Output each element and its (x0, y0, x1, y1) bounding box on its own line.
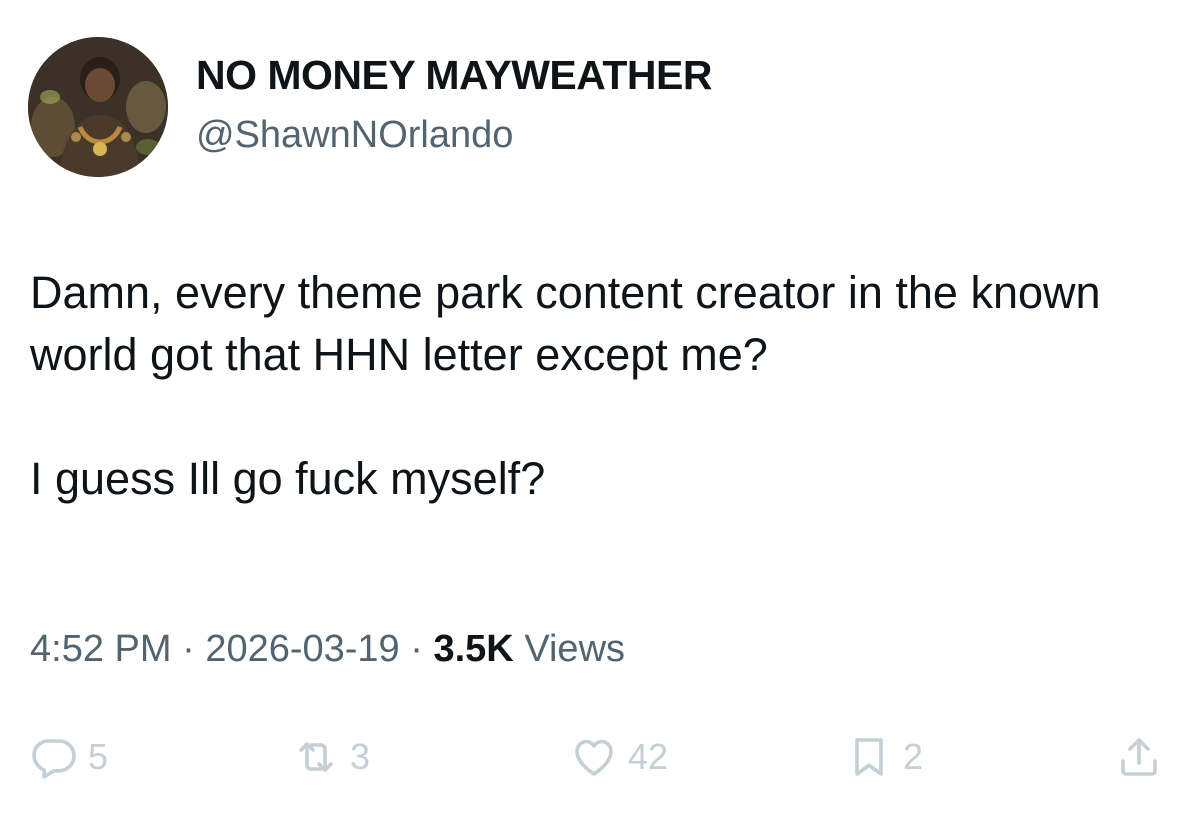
tweet-meta: 4:52 PM · 2026-03-19 · 3.5K Views (30, 628, 625, 671)
like-count: 42 (628, 736, 669, 777)
share-button[interactable] (1115, 722, 1163, 792)
meta-separator: · (410, 628, 423, 670)
tweet-paragraph: Damn, every theme park content creator i… (30, 267, 1101, 380)
tweet-time[interactable]: 4:52 PM (30, 628, 172, 670)
heart-icon (575, 739, 613, 776)
display-name[interactable]: NO MONEY MAYWEATHER (196, 52, 712, 99)
bookmark-icon (855, 738, 883, 776)
views-label: Views (524, 628, 626, 670)
share-icon (1121, 738, 1157, 776)
tweet-text: Damn, every theme park content creator i… (30, 262, 1170, 510)
meta-separator: · (182, 628, 195, 670)
bookmark-button[interactable]: 2 (845, 722, 923, 792)
retweet-icon (299, 742, 333, 772)
reply-button[interactable]: 5 (30, 722, 108, 792)
user-handle[interactable]: @ShawnNOrlando (196, 114, 513, 157)
retweet-count: 3 (350, 736, 371, 777)
like-button[interactable]: 42 (570, 722, 668, 792)
reply-icon (32, 739, 76, 779)
tweet-paragraph: I guess Ill go fuck myself? (30, 453, 546, 504)
bookmark-count: 2 (903, 736, 924, 777)
retweet-button[interactable]: 3 (292, 722, 370, 792)
avatar[interactable] (28, 37, 168, 177)
reply-count: 5 (88, 736, 109, 777)
avatar-photo (28, 37, 168, 177)
views-count: 3.5K (433, 628, 514, 670)
tweet-date[interactable]: 2026-03-19 (205, 628, 399, 670)
action-bar: 5 3 42 2 (0, 722, 1200, 792)
